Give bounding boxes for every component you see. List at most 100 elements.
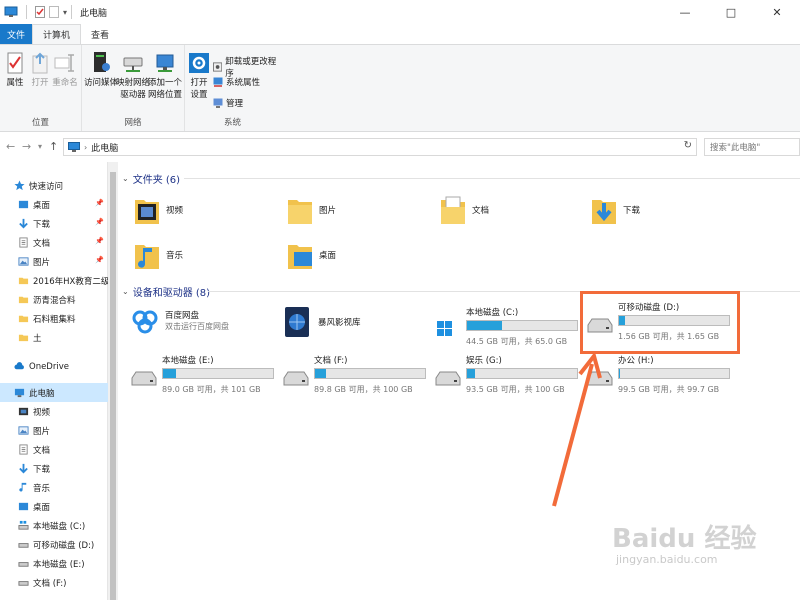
drive-size: 89.8 GB 可用，共 100 GB [314,385,413,394]
nav-item-drive-f[interactable]: 文档 (F:) [0,573,108,592]
nav-scrollbar[interactable] [108,162,118,600]
nav-label: 视频 [33,407,51,418]
folder-pictures[interactable]: 图片 [287,195,336,225]
recent-locations-icon[interactable]: ▾ [38,142,42,151]
nav-label: 桌面 [33,200,51,211]
address-bar[interactable]: › 此电脑 ↻ [63,138,697,156]
folder-documents[interactable]: 文档 [440,195,489,225]
nav-item-documents[interactable]: 文档 📌 [0,233,108,252]
folder-downloads[interactable]: 下载 [591,195,640,225]
location-group: 属性 打开 重命名 位置 [0,45,82,131]
open-button[interactable]: 打开 [29,51,51,89]
nav-item-folder[interactable]: 土 [0,328,108,347]
folder-label: 图片 [319,206,337,216]
folder-videos[interactable]: 视频 [134,195,183,225]
scrollbar-thumb[interactable] [110,172,116,600]
desktop-folder-icon [287,240,313,270]
customize-toolbar-icon[interactable]: ▾ [63,8,67,17]
folder-icon [18,296,29,304]
tab-view[interactable]: 查看 [81,24,119,44]
drive-usage-fill [163,369,177,378]
folder-icon [18,277,29,285]
back-arrow-icon[interactable]: ← [6,140,15,153]
network-group: 访问媒体 映射网络 驱动器 添加一个 网络位置 网络 [82,45,185,131]
desktop-icon [18,200,29,209]
picture-icon [18,426,29,435]
nav-quick-access[interactable]: 快速访问 [0,176,108,195]
divider [26,5,27,19]
nav-label: 沥青混合料 [33,295,76,306]
folder-desktop[interactable]: 桌面 [287,240,336,270]
nav-item-pictures[interactable]: 图片 📌 [0,252,108,271]
nav-this-pc[interactable]: 此电脑 [0,383,108,402]
nav-item-drive-c[interactable]: 本地磁盘 (C:) [0,516,108,535]
nav-item-drive-e[interactable]: 本地磁盘 (E:) [0,554,108,573]
drive-f[interactable]: 文档 (F:) 89.8 GB 可用，共 100 GB [276,354,428,406]
computer-icon [68,142,80,152]
section-title: 设备和驱动器 (8) [132,288,211,299]
minimize-button[interactable]: — [662,0,708,24]
nav-label: 可移动磁盘 (D:) [33,540,95,551]
nav-item-downloads[interactable]: 下载 [0,459,108,478]
search-input[interactable]: 搜索"此电脑" [704,138,800,156]
app-baidu-netdisk[interactable]: 百度网盘 双击运行百度网盘 [131,306,229,334]
properties-icon [4,51,26,75]
manage-button[interactable]: 管理 [213,97,243,109]
map-network-drive-button[interactable]: 映射网络 驱动器 [116,51,150,101]
nav-label: 图片 [33,426,51,437]
rename-button[interactable]: 重命名 [52,51,78,89]
system-properties-button[interactable]: 系统属性 [213,76,260,88]
nav-label: 音乐 [33,483,51,494]
close-button[interactable]: ✕ [754,0,800,24]
settings-gear-icon [188,51,210,75]
drive-name: 娱乐 (G:) [466,356,502,366]
window-title: 此电脑 [80,8,108,19]
up-arrow-icon[interactable]: ↑ [49,140,58,153]
devices-section-header[interactable]: ⌄ 设备和驱动器 (8) [122,284,210,299]
nav-label: 此电脑 [29,388,55,399]
title-bar: ▾ 此电脑 — □ ✕ [0,0,800,24]
hard-drive-icon [18,581,29,586]
downloads-folder-icon [591,195,617,225]
open-settings-button[interactable]: 打开 设置 [187,51,211,101]
nav-item-drive-d[interactable]: 可移动磁盘 (D:) [0,535,108,554]
nav-item-pictures[interactable]: 图片 [0,421,108,440]
tab-file[interactable]: 文件 [0,24,32,44]
ribbon-tabs: 文件 计算机 查看 [0,24,800,44]
properties-button[interactable]: 属性 [4,51,26,89]
chevron-down-icon: ⌄ [122,174,129,183]
nav-onedrive[interactable]: OneDrive [0,357,108,376]
nav-item-downloads[interactable]: 下载 📌 [0,214,108,233]
folder-label: 桌面 [319,251,337,261]
refresh-icon[interactable]: ↻ [684,140,692,151]
new-folder-quick-icon[interactable] [49,6,59,18]
manage-icon [213,98,223,108]
tab-computer[interactable]: 计算机 [32,24,82,44]
baofeng-globe-icon [285,307,309,337]
nav-item-music[interactable]: 音乐 [0,478,108,497]
app-baofeng-library[interactable]: 暴风影视库 [284,306,361,338]
maximize-button[interactable]: □ [708,0,754,24]
nav-item-documents[interactable]: 文档 [0,440,108,459]
folder-music[interactable]: 音乐 [134,240,183,270]
drive-e[interactable]: 本地磁盘 (E:) 89.0 GB 可用，共 101 GB [124,354,276,406]
drive-usage-bar [314,368,426,379]
add-network-location-button[interactable]: 添加一个 网络位置 [148,51,182,101]
forward-arrow-icon[interactable]: → [22,140,31,153]
nav-item-desktop[interactable]: 桌面 [0,497,108,516]
nav-item-desktop[interactable]: 桌面 📌 [0,195,108,214]
folders-section-header[interactable]: ⌄ 文件夹 (6) [122,171,180,186]
documents-folder-icon [440,195,466,225]
nav-item-videos[interactable]: 视频 [0,402,108,421]
nav-item-folder[interactable]: 2016年HX教育二级建造 [0,271,108,290]
nav-item-folder[interactable]: 沥青混合料 [0,290,108,309]
properties-quick-icon[interactable] [35,6,45,18]
access-media-button[interactable]: 访问媒体 [84,51,118,89]
breadcrumb[interactable]: 此电脑 [91,141,118,154]
video-folder-icon [134,195,160,225]
system-properties-label: 系统属性 [226,78,261,88]
chevron-down-icon: ⌄ [122,287,129,296]
pin-icon: 📌 [95,256,104,264]
nav-item-folder[interactable]: 石料粗集料 [0,309,108,328]
system-group: 打开 设置 卸载或更改程序 系统属性 管理 系统 [185,45,280,131]
